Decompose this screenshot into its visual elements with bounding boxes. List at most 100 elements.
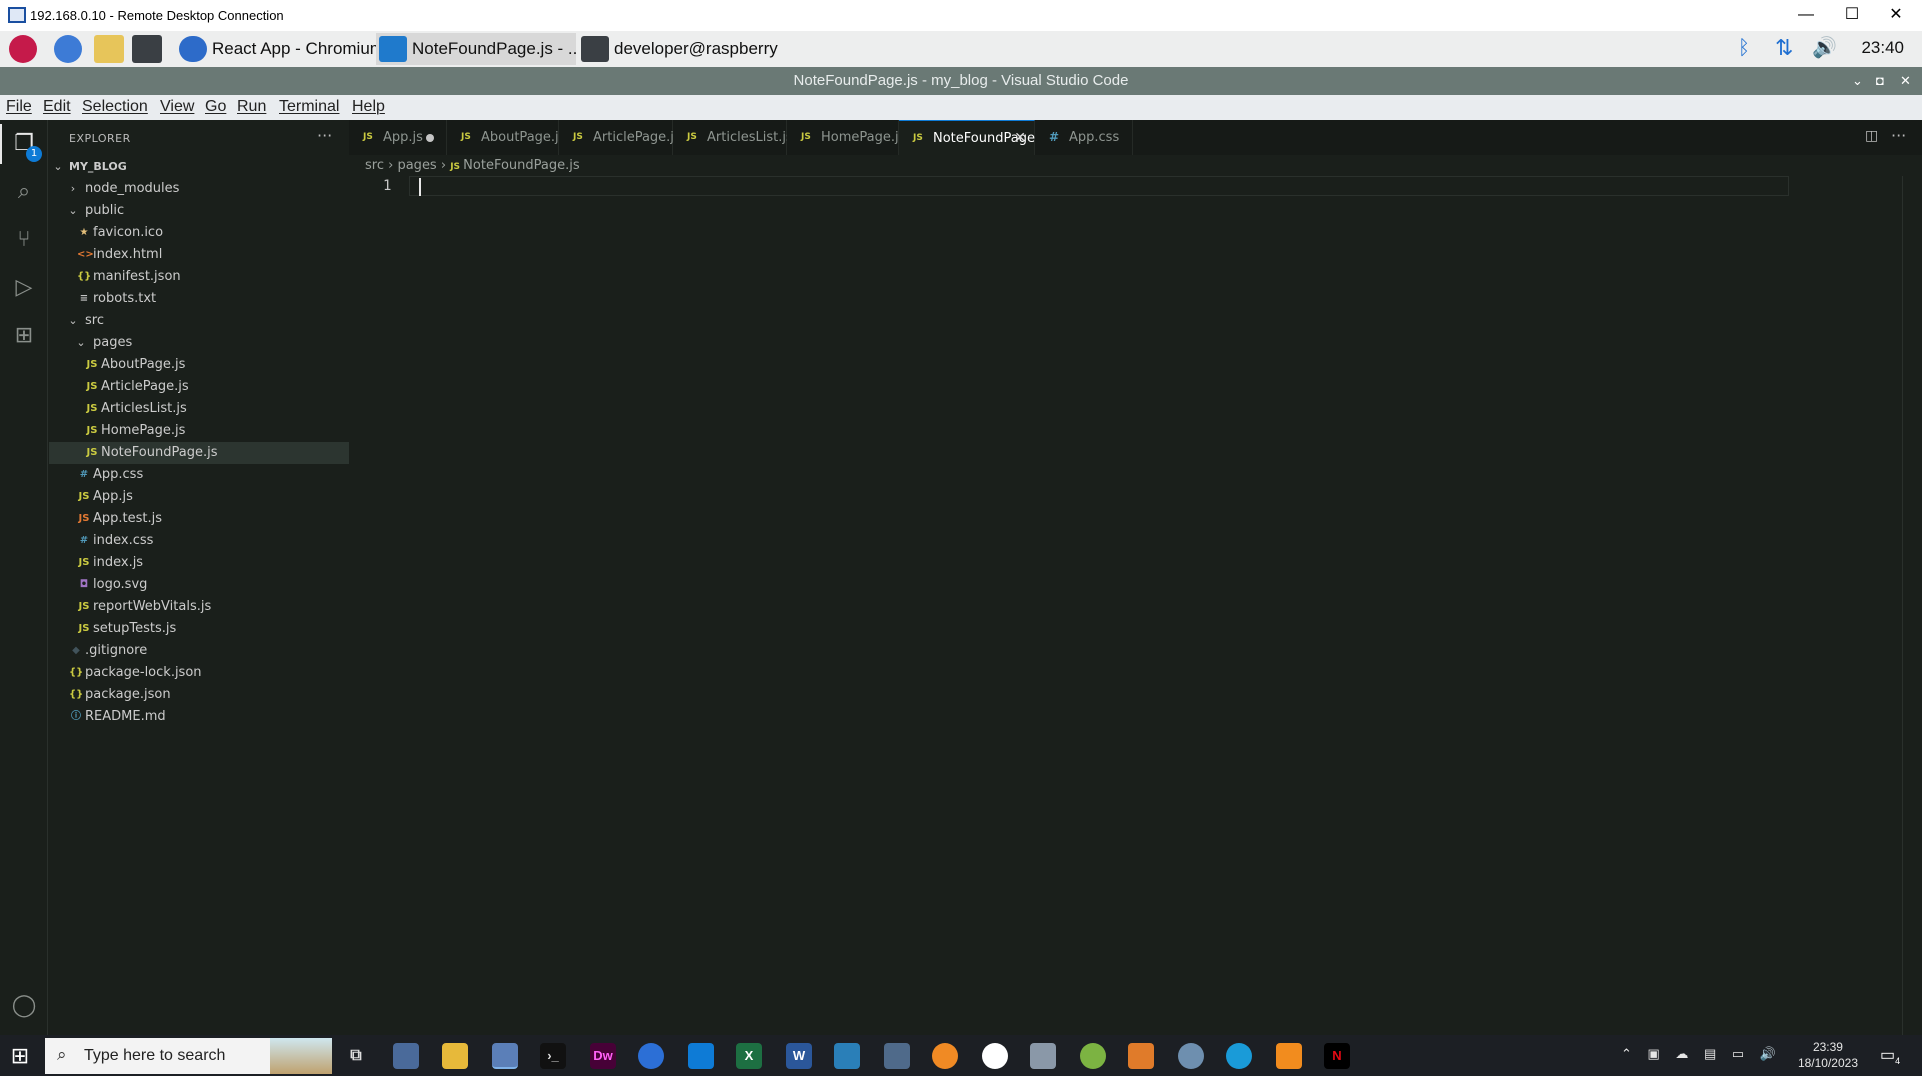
taskbar-search-box[interactable]: ⌕ Type here to search — [45, 1038, 332, 1074]
app-icon-6[interactable] — [1080, 1043, 1106, 1069]
network-icon[interactable]: ⇅ — [1775, 35, 1793, 61]
chevron-down-icon[interactable]: ⌄ — [1852, 67, 1863, 95]
raspberry-menu-icon[interactable] — [9, 35, 37, 63]
tree-folder[interactable]: › node_modules — [49, 178, 349, 200]
terminal-launcher-icon[interactable] — [132, 35, 162, 63]
tree-folder[interactable]: ⌄ public — [49, 200, 349, 222]
tree-file[interactable]: ⓘ README.md — [49, 706, 349, 728]
slack-icon[interactable] — [982, 1043, 1008, 1069]
tree-file[interactable]: JS HomePage.js — [49, 420, 349, 442]
firefox-icon[interactable] — [638, 1043, 664, 1069]
tree-folder[interactable]: ⌄ src — [49, 310, 349, 332]
tree-file[interactable]: ◆ .gitignore — [49, 640, 349, 662]
tree-file[interactable]: # App.css — [49, 464, 349, 486]
menu-help[interactable]: Help — [352, 98, 385, 116]
extensions-icon[interactable]: ⊞ — [10, 322, 38, 350]
app-icon-1[interactable] — [393, 1043, 419, 1069]
tree-file[interactable]: JS index.js — [49, 552, 349, 574]
pi-task-vscode[interactable]: NoteFoundPage.js - ... — [376, 33, 576, 65]
editor-tab[interactable]: JS NoteFoundPage.js ✕ — [899, 120, 1049, 156]
vscode-taskbar-icon[interactable] — [688, 1043, 714, 1069]
tree-file[interactable]: ★ favicon.ico — [49, 222, 349, 244]
tree-file[interactable]: JS AboutPage.js — [49, 354, 349, 376]
remote-desktop-taskbar-icon[interactable] — [492, 1043, 518, 1069]
tree-file[interactable]: {} package.json — [49, 684, 349, 706]
tree-file[interactable]: JS App.test.js — [49, 508, 349, 530]
file-explorer-icon[interactable] — [442, 1043, 468, 1069]
vlc-icon[interactable] — [1276, 1043, 1302, 1069]
rdp-minimize-button[interactable]: — — [1786, 3, 1826, 27]
tree-file[interactable]: JS setupTests.js — [49, 618, 349, 640]
editor-tab[interactable]: JS AboutPage.js — [447, 120, 565, 155]
editor-scrollbar[interactable] — [1902, 176, 1903, 1035]
tree-file[interactable]: JS reportWebVitals.js — [49, 596, 349, 618]
tray-clock[interactable]: 23:39 18/10/2023 — [1798, 1039, 1858, 1071]
app-icon-3[interactable] — [884, 1043, 910, 1069]
account-icon[interactable]: ◯ — [10, 992, 38, 1020]
web-browser-icon[interactable] — [54, 35, 82, 63]
more-actions-icon[interactable]: ··· — [317, 126, 332, 145]
terminal-taskbar-icon[interactable]: ›_ — [540, 1043, 566, 1069]
rdp-close-button[interactable]: ✕ — [1876, 3, 1916, 27]
notification-icon[interactable]: ▭4 — [1880, 1045, 1900, 1066]
app-icon-5[interactable] — [1030, 1043, 1056, 1069]
tree-file[interactable]: JS ArticlePage.js — [49, 376, 349, 398]
task-view-icon[interactable]: ⧉ — [343, 1043, 369, 1069]
edge-icon[interactable] — [1226, 1043, 1252, 1069]
tree-file[interactable]: JS ArticlesList.js — [49, 398, 349, 420]
menu-view[interactable]: View — [160, 98, 194, 116]
pi-task-terminal[interactable]: developer@raspberry... — [578, 33, 778, 65]
tree-file[interactable]: # index.css — [49, 530, 349, 552]
run-debug-icon[interactable]: ▷ — [10, 274, 38, 302]
chevron-down-icon: ⌄ — [76, 336, 86, 349]
breadcrumb-src[interactable]: src — [365, 158, 384, 173]
rdp-maximize-button[interactable]: ☐ — [1832, 3, 1872, 27]
menu-bar: File Edit Selection View Go Run Terminal… — [0, 95, 1922, 120]
excel-icon[interactable]: X — [736, 1043, 762, 1069]
dreamweaver-icon[interactable]: Dw — [590, 1043, 616, 1069]
source-control-icon[interactable]: ⑂ — [10, 226, 38, 254]
word-icon[interactable]: W — [786, 1043, 812, 1069]
breadcrumb-file[interactable]: NoteFoundPage.js — [463, 158, 579, 173]
editor-tab[interactable]: # App.css — [1035, 120, 1133, 155]
split-editor-icon[interactable]: ◫ — [1865, 128, 1878, 144]
tree-folder[interactable]: ⌄ pages — [49, 332, 349, 354]
menu-terminal[interactable]: Terminal — [279, 98, 339, 116]
editor-tab[interactable]: JS ArticlesList.js — [673, 120, 793, 155]
app-icon-8[interactable] — [1178, 1043, 1204, 1069]
pi-task-chromium[interactable]: React App - Chromium — [176, 33, 376, 65]
close-tab-icon[interactable]: ✕ — [1014, 121, 1026, 156]
bluetooth-icon[interactable]: ᛒ — [1738, 37, 1750, 60]
tree-file[interactable]: JS App.js — [49, 486, 349, 508]
tree-file[interactable]: ◘ logo.svg — [49, 574, 349, 596]
app-icon-4[interactable] — [932, 1043, 958, 1069]
more-editor-actions-icon[interactable]: ··· — [1891, 126, 1906, 145]
vscode-maximize-button[interactable]: ◘ — [1876, 67, 1884, 95]
volume-icon[interactable]: 🔊 — [1812, 35, 1837, 60]
editor-tab[interactable]: JS App.js — [349, 120, 447, 155]
editor-tab[interactable]: JS ArticlePage.js — [559, 120, 681, 155]
menu-go[interactable]: Go — [205, 98, 226, 116]
code-editor[interactable]: 1 — [349, 176, 1922, 1035]
tree-file[interactable]: <> index.html — [49, 244, 349, 266]
file-manager-icon[interactable] — [94, 35, 124, 63]
tree-file[interactable]: {} manifest.json — [49, 266, 349, 288]
menu-selection[interactable]: Selection — [82, 98, 148, 116]
vscode-close-button[interactable]: ✕ — [1900, 67, 1911, 95]
breadcrumb-pages[interactable]: pages — [397, 158, 436, 173]
app-icon-7[interactable] — [1128, 1043, 1154, 1069]
editor-tab[interactable]: JS HomePage.js — [787, 120, 905, 155]
netflix-icon[interactable]: N — [1324, 1043, 1350, 1069]
project-root[interactable]: ⌄ MY_BLOG — [49, 156, 349, 178]
menu-file[interactable]: File — [6, 98, 32, 116]
unsaved-dot-icon[interactable] — [426, 134, 434, 142]
menu-run[interactable]: Run — [237, 98, 266, 116]
windows-start-icon[interactable]: ⊞ — [6, 1043, 34, 1069]
menu-edit[interactable]: Edit — [43, 98, 71, 116]
search-icon[interactable]: ⌕ — [10, 178, 38, 206]
tree-file[interactable]: ≡ robots.txt — [49, 288, 349, 310]
system-tray-icons[interactable]: ⌃ ▣ ☁ ▤ ▭ 🔊 — [1621, 1046, 1782, 1062]
tree-file[interactable]: {} package-lock.json — [49, 662, 349, 684]
app-icon-2[interactable] — [834, 1043, 860, 1069]
tree-file[interactable]: JS NoteFoundPage.js — [49, 442, 349, 464]
